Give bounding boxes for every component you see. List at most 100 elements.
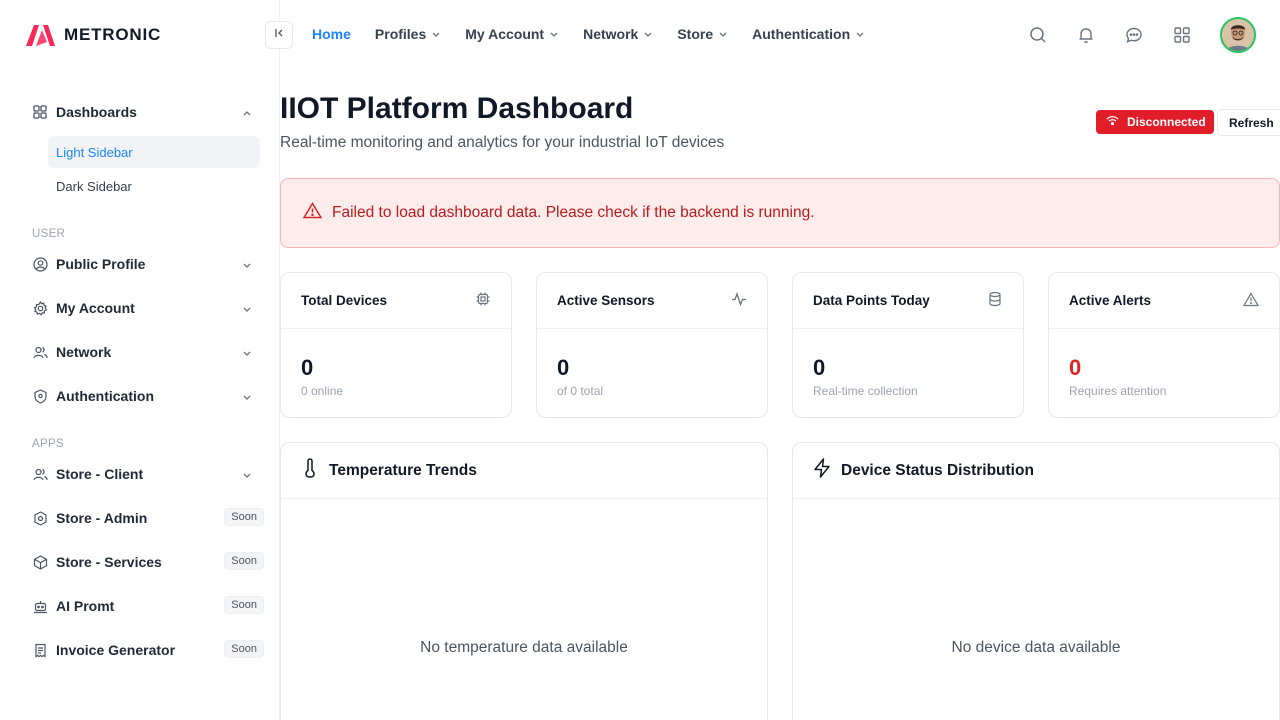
sidebar-item-store-admin[interactable]: Store - Admin Soon [24,496,264,540]
panel-temperature-trends: Temperature Trends No temperature data a… [280,442,768,720]
sidebar-item-label: AI Promt [56,598,115,614]
stat-subtext: 0 online [301,384,344,398]
topnav-authentication[interactable]: Authentication [752,26,865,42]
sidebar-item-label: Invoice Generator [56,642,176,658]
sidebar-item-dashboards[interactable]: Dashboards [24,90,264,134]
stat-title: Data Points Today [813,293,930,308]
stat-card-active-alerts: Active Alerts 0 Requires attention [1048,272,1280,418]
sidebar-item-network[interactable]: Network [24,330,264,374]
connection-status-label: Disconnected [1127,115,1206,129]
sidebar-item-label: My Account [56,300,135,316]
topnav-label: Authentication [752,26,851,42]
sidebar-item-label: Authentication [56,388,154,404]
error-alert: Failed to load dashboard data. Please ch… [280,178,1280,248]
soon-badge: Soon [224,552,264,570]
sidebar-item-ai-promt[interactable]: AI Promt Soon [24,584,264,628]
panel-empty-state: No temperature data available [420,639,628,656]
sidebar-subitem-dark-sidebar[interactable]: Dark Sidebar [48,170,260,202]
sidebar-item-label: Network [56,344,112,360]
user-avatar[interactable] [1220,17,1256,53]
panel-title: Temperature Trends [329,461,477,479]
users-icon [32,466,48,482]
section-label-apps: APPS [32,438,64,450]
brand-name: METRONIC [64,25,162,44]
sidebar-item-authentication[interactable]: Authentication [24,374,264,418]
hexagon-icon [32,510,48,526]
sidebar-nav: Dashboards Light Sidebar Dark Sidebar US… [24,90,264,672]
cube-icon [32,554,48,570]
wifi-icon [1106,115,1119,129]
brand-logo[interactable]: METRONIC [24,22,161,48]
topnav-label: My Account [465,26,545,42]
chevron-down-icon [431,26,441,42]
warning-icon [1242,291,1260,310]
topnav-label: Store [677,26,714,42]
users-icon [32,344,48,360]
soon-badge: Soon [224,508,264,526]
topnav-home[interactable]: Home [312,26,351,42]
chevron-down-icon [643,26,653,42]
thermometer-icon [301,458,319,483]
topnav-network[interactable]: Network [583,26,653,42]
error-alert-text: Failed to load dashboard data. Please ch… [332,204,815,221]
chevron-down-icon [242,257,252,273]
sidebar-subitem-light-sidebar[interactable]: Light Sidebar [48,136,260,168]
stat-value: 0 [813,355,826,380]
stat-value: 0 [557,355,570,380]
panel-title: Device Status Distribution [841,461,1034,479]
sidebar-item-my-account[interactable]: My Account [24,286,264,330]
header-actions [1028,17,1256,53]
chevron-down-icon [242,467,252,483]
collapse-left-icon [273,26,285,44]
chevron-up-icon [242,105,252,121]
refresh-button[interactable]: Refresh [1217,109,1280,136]
chevron-down-icon [242,345,252,361]
topnav-store[interactable]: Store [677,26,728,42]
sidebar-collapse-button[interactable] [265,21,293,49]
topnav-label: Profiles [374,26,427,42]
gear-icon [32,300,48,316]
topnav-my-account[interactable]: My Account [465,26,559,42]
stat-title: Total Devices [301,293,388,308]
sidebar-item-label: Public Profile [56,256,146,272]
topnav-label: Network [583,26,639,42]
section-label-user: USER [32,228,66,240]
top-nav: Home Profiles My Account Network Store A… [312,26,889,42]
soon-badge: Soon [224,596,264,614]
sidebar-item-label: Dashboards [56,104,137,120]
sidebar: METRONIC Dashboards Light Sidebar Dark S… [0,0,280,720]
sidebar-item-label: Store - Admin [56,510,148,526]
topnav-profiles[interactable]: Profiles [375,26,441,42]
metronic-logo-icon [24,22,56,48]
stat-subtext: Real-time collection [813,384,918,398]
sidebar-item-label: Store - Client [56,466,144,482]
stat-card-active-sensors: Active Sensors 0 of 0 total [536,272,768,418]
stat-subtext: Requires attention [1069,384,1167,398]
bell-icon[interactable] [1076,25,1096,45]
search-icon[interactable] [1028,25,1048,45]
sidebar-item-invoice-generator[interactable]: Invoice Generator Soon [24,628,264,672]
soon-badge: Soon [224,640,264,658]
stat-card-total-devices: Total Devices 0 0 online [280,272,512,418]
sidebar-item-store-client[interactable]: Store - Client [24,452,264,496]
chevron-down-icon [242,301,252,317]
chevron-down-icon [549,26,559,42]
warning-icon [302,202,323,224]
chevron-down-icon [242,389,252,405]
apps-grid-icon[interactable] [1172,25,1192,45]
sidebar-item-public-profile[interactable]: Public Profile [24,242,264,286]
sidebar-item-label: Store - Services [56,554,162,570]
sidebar-item-store-services[interactable]: Store - Services Soon [24,540,264,584]
chat-icon[interactable] [1124,25,1144,45]
chevron-down-icon [855,26,865,42]
panel-empty-state: No device data available [951,639,1121,656]
activity-icon [731,291,747,310]
stat-value: 0 [1069,355,1082,380]
page-subtitle: Real-time monitoring and analytics for y… [280,134,725,151]
grid-icon [32,104,48,120]
stat-title: Active Sensors [557,293,655,308]
shield-icon [32,388,48,404]
connection-status-button[interactable]: Disconnected [1096,110,1214,134]
stat-card-data-points-today: Data Points Today 0 Real-time collection [792,272,1024,418]
topnav-label: Home [312,26,351,42]
